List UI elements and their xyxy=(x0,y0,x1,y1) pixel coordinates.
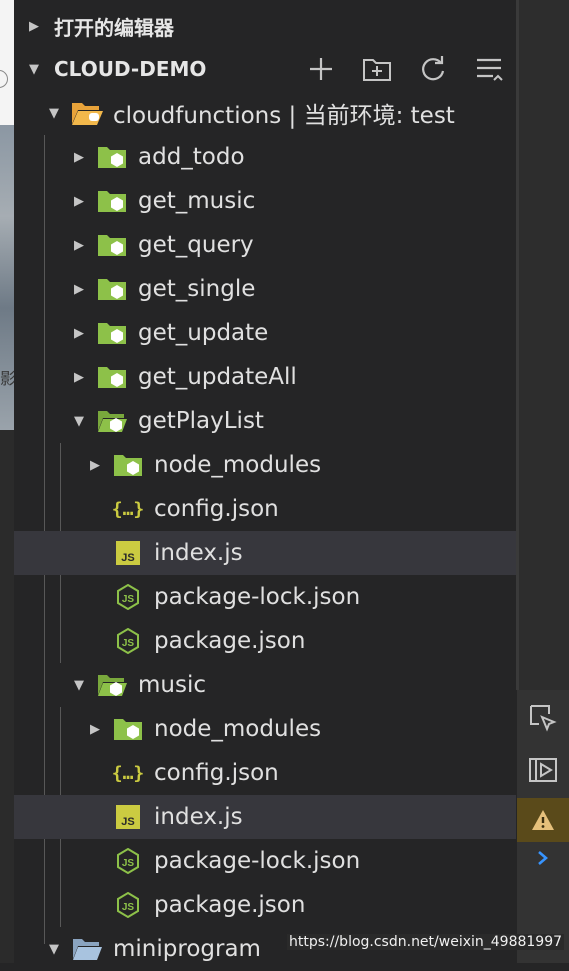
js-file-icon: JS xyxy=(112,801,144,833)
right-tool-strip xyxy=(517,690,569,963)
tree-item-add-todo[interactable]: ▶ add_todo xyxy=(14,135,516,179)
chevron-right-icon: ▶ xyxy=(74,325,84,341)
folder-node-icon xyxy=(96,273,128,305)
chevron-down-icon: ▼ xyxy=(49,105,59,121)
tree-item-index-js[interactable]: JS index.js xyxy=(14,795,516,839)
background-photo: 影 xyxy=(0,125,16,430)
folder-node-open-icon xyxy=(96,405,128,437)
inspect-element-button[interactable] xyxy=(517,696,569,740)
nodejs-file-icon: JS xyxy=(112,625,144,657)
tree-item-get-query[interactable]: ▶ get_query xyxy=(14,223,516,267)
svg-text:JS: JS xyxy=(122,902,135,913)
tree-item-label: node_modules xyxy=(154,716,322,742)
tree-item-music[interactable]: ▼ music xyxy=(14,663,516,707)
workspace-title: CLOUD-DEMO xyxy=(54,57,207,81)
tree-item-label: get_updateAll xyxy=(138,364,297,390)
tree-item-node-modules[interactable]: ▶ node_modules xyxy=(14,443,516,487)
chevron-down-icon: ▼ xyxy=(74,413,84,429)
tree-item-package-lock-json[interactable]: JS package-lock.json xyxy=(14,575,516,619)
tree-item-label: get_query xyxy=(138,232,254,258)
tree-item-get-single[interactable]: ▶ get_single xyxy=(14,267,516,311)
folder-open-icon xyxy=(71,97,103,129)
chevron-right-icon: ▶ xyxy=(90,721,100,737)
chevron-right-icon: ▶ xyxy=(74,369,84,385)
tree-item-label: index.js xyxy=(154,804,243,830)
chevron-right-icon: ▶ xyxy=(29,18,39,34)
new-file-button[interactable] xyxy=(304,52,338,86)
chevron-right-icon: ▶ xyxy=(74,193,84,209)
chevron-right-icon: ▶ xyxy=(74,281,84,297)
folder-node-open-icon xyxy=(96,669,128,701)
nodejs-file-icon: JS xyxy=(112,581,144,613)
tree-item-label: miniprogram xyxy=(113,936,261,962)
tree-item-cloudfunctions[interactable]: ▼ cloudfunctions | 当前环境: test xyxy=(14,91,516,135)
svg-text:JS: JS xyxy=(122,858,135,869)
tree-item-label: package-lock.json xyxy=(154,584,361,610)
tree-item-label: cloudfunctions | 当前环境: test xyxy=(113,103,455,129)
json-file-icon: {…} xyxy=(111,498,145,520)
tree-item-package-json[interactable]: JS package.json xyxy=(14,619,516,663)
tree-item-label: get_update xyxy=(138,320,269,346)
chevron-down-icon: ▼ xyxy=(29,61,39,77)
tree-item-label: config.json xyxy=(154,496,279,522)
nodejs-file-icon: JS xyxy=(112,845,144,877)
tree-item-config-json[interactable]: {…} config.json xyxy=(14,487,516,531)
svg-text:JS: JS xyxy=(122,638,135,649)
tree-item-getplaylist[interactable]: ▼ getPlayList xyxy=(14,399,516,443)
collapse-all-button[interactable] xyxy=(472,52,506,86)
tree-item-label: get_music xyxy=(138,188,256,214)
explorer-scrollbar[interactable] xyxy=(516,0,569,690)
chevron-right-icon: ▶ xyxy=(74,237,84,253)
js-file-icon: JS xyxy=(112,537,144,569)
tree-item-label: package.json xyxy=(154,628,306,654)
json-file-icon: {…} xyxy=(111,762,145,784)
tree-item-label: package.json xyxy=(154,892,306,918)
chevron-right-icon: ▶ xyxy=(74,149,84,165)
folder-node-icon xyxy=(96,185,128,217)
tree-item-label: node_modules xyxy=(154,452,322,478)
tree-item-label: index.js xyxy=(154,540,243,566)
folder-node-icon xyxy=(96,229,128,261)
tree-item-package-lock-json[interactable]: JS package-lock.json xyxy=(14,839,516,883)
refresh-button[interactable] xyxy=(416,52,450,86)
new-folder-button[interactable] xyxy=(360,52,394,86)
background-window-strip: 影 xyxy=(0,0,16,963)
tree-item-get-update[interactable]: ▶ get_update xyxy=(14,311,516,355)
background-white-area xyxy=(0,0,14,125)
svg-text:JS: JS xyxy=(121,816,134,828)
folder-node-icon xyxy=(96,141,128,173)
tree-item-get-music[interactable]: ▶ get_music xyxy=(14,179,516,223)
tree-item-label: getPlayList xyxy=(138,408,264,434)
chevron-down-icon: ▼ xyxy=(49,941,59,957)
tree-item-get-updateall[interactable]: ▶ get_updateAll xyxy=(14,355,516,399)
chevron-right-icon: ▶ xyxy=(90,457,100,473)
open-editors-header[interactable]: ▶ 打开的编辑器 xyxy=(14,4,516,48)
workspace-header[interactable]: ▼ CLOUD-DEMO xyxy=(14,47,516,91)
expand-chevron-button[interactable] xyxy=(517,836,569,880)
tree-item-label: config.json xyxy=(154,760,279,786)
watermark-text: https://blog.csdn.net/weixin_49881997 xyxy=(287,934,565,950)
tree-item-node-modules[interactable]: ▶ node_modules xyxy=(14,707,516,751)
tree-item-package-json[interactable]: JS package.json xyxy=(14,883,516,927)
tree-item-config-json[interactable]: {…} config.json xyxy=(14,751,516,795)
folder-node-icon xyxy=(112,713,144,745)
folder-node-icon xyxy=(96,361,128,393)
folder-open-icon xyxy=(71,933,103,965)
svg-text:JS: JS xyxy=(121,552,134,564)
open-editors-title: 打开的编辑器 xyxy=(54,15,174,40)
tree-item-label: get_single xyxy=(138,276,256,302)
tree-item-label: package-lock.json xyxy=(154,848,361,874)
chevron-down-icon: ▼ xyxy=(74,677,84,693)
tree-item-label: music xyxy=(138,672,207,698)
folder-node-icon xyxy=(112,449,144,481)
tree-item-index-js[interactable]: JS index.js xyxy=(14,531,516,575)
run-panel-button[interactable] xyxy=(517,748,569,792)
svg-text:JS: JS xyxy=(122,594,135,605)
folder-node-icon xyxy=(96,317,128,349)
tree-item-label: add_todo xyxy=(138,144,245,170)
nodejs-file-icon: JS xyxy=(112,889,144,921)
